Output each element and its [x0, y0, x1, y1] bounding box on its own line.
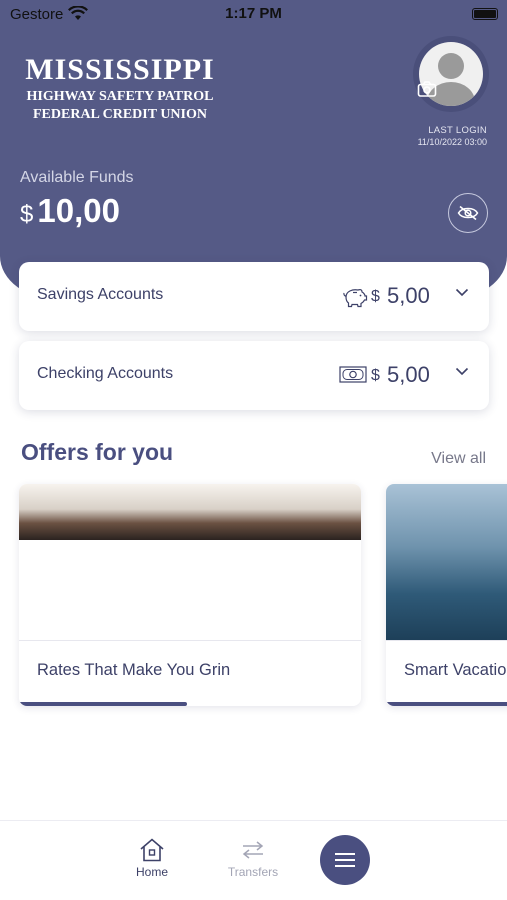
funds-currency: $	[20, 201, 34, 228]
offer-image-convertible	[19, 484, 361, 540]
funds-value: 10,00	[37, 192, 120, 229]
bottom-tab-bar: Home Transfers	[0, 820, 507, 900]
hide-balance-button[interactable]	[448, 193, 488, 233]
last-login-date: 11/10/2022 03:00	[417, 137, 487, 147]
checking-amount: 5,00	[387, 362, 430, 387]
savings-accounts-card[interactable]: Savings Accounts $ 5,00	[19, 262, 489, 331]
transfer-arrows-icon	[242, 841, 264, 859]
checking-currency: $	[371, 367, 380, 384]
banknote-icon	[339, 366, 367, 383]
offer-card[interactable]: Smart Vacations	[386, 484, 507, 706]
available-funds-amount: $10,00	[20, 192, 120, 230]
tab-transfers-label: Transfers	[227, 865, 279, 879]
eye-slash-icon	[457, 205, 479, 221]
battery-icon	[472, 8, 498, 20]
savings-amount: 5,00	[387, 283, 430, 308]
last-login-label: LAST LOGIN	[428, 125, 487, 136]
logo-line-3: FEDERAL CREDIT UNION	[33, 107, 207, 122]
offer-progress-bar	[19, 702, 187, 706]
offer-card[interactable]: Rates That Make You Grin	[19, 484, 361, 706]
avatar-head	[438, 53, 464, 79]
offer-title: Smart Vacations	[404, 661, 507, 679]
home-icon	[140, 838, 164, 862]
checking-accounts-card[interactable]: Checking Accounts $ 5,00	[19, 341, 489, 410]
tab-transfers[interactable]: Transfers	[223, 837, 283, 879]
camera-icon[interactable]	[417, 80, 437, 98]
savings-accounts-label: Savings Accounts	[37, 286, 164, 303]
offer-title: Rates That Make You Grin	[37, 661, 231, 679]
main-menu-button[interactable]	[320, 835, 370, 885]
offer-divider	[386, 640, 507, 641]
offer-image-sailboat	[386, 484, 507, 641]
status-bar: Gestore 1:17 PM	[0, 0, 507, 28]
offer-progress-bar	[386, 702, 507, 706]
available-funds-label: Available Funds	[20, 169, 134, 186]
credit-union-logo: MISSISSIPPI HIGHWAY SAFETY PATROL FEDERA…	[20, 54, 220, 124]
chevron-down-icon	[455, 288, 469, 297]
savings-currency: $	[371, 288, 380, 305]
logo-line-1: MISSISSIPPI	[25, 53, 215, 86]
view-all-offers-link[interactable]: View all	[431, 450, 486, 468]
offers-section-title: Offers for you	[21, 439, 174, 465]
logo-line-2: HIGHWAY SAFETY PATROL	[26, 89, 214, 104]
piggy-bank-icon	[343, 289, 368, 308]
hamburger-menu-icon	[335, 853, 355, 867]
offer-divider	[19, 640, 361, 641]
tab-home[interactable]: Home	[122, 837, 182, 879]
status-time: 1:17 PM	[225, 5, 282, 22]
chevron-down-icon	[455, 367, 469, 376]
last-login-info: LAST LOGIN 11/10/2022 03:00	[418, 125, 487, 147]
tab-home-label: Home	[135, 865, 168, 879]
checking-accounts-label: Checking Accounts	[37, 365, 174, 382]
